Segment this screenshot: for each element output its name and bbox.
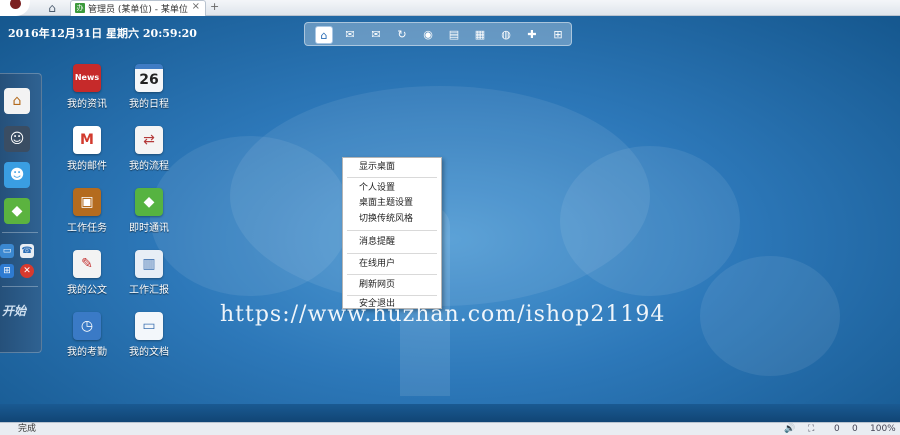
browser-tab[interactable]: 办 管理员 (某单位) - 某单位 × [70, 0, 206, 16]
app-label: 工作任务 [67, 223, 107, 234]
dock-envelope-icon[interactable]: ✉ [367, 26, 385, 44]
menu-item-online-users[interactable]: 在线用户 [343, 257, 441, 271]
sidebar-home-icon[interactable]: ⌂ [4, 88, 30, 114]
dock-calendar-icon[interactable]: ▦ [471, 26, 489, 44]
desktop[interactable]: 2016年12月31日 星期六 20:59:20 ⌂ ✉ ✉ ↻ ◉ ▤ ▦ ◍… [0, 16, 900, 422]
new-tab-button[interactable]: + [210, 0, 219, 13]
download-count[interactable]: 0 [834, 423, 840, 435]
datetime-display: 2016年12月31日 星期六 20:59:20 [8, 27, 197, 40]
app-label: 我的邮件 [67, 161, 107, 172]
menu-item-theme-settings[interactable]: 桌面主题设置 [343, 196, 441, 210]
app-label: 我的公文 [67, 285, 107, 296]
news-icon: News [73, 64, 101, 92]
app-my-files[interactable]: ▭ 我的文档 [119, 312, 179, 368]
top-dock: ⌂ ✉ ✉ ↻ ◉ ▤ ▦ ◍ ✚ ⊞ [304, 22, 572, 46]
app-my-news[interactable]: News 我的资讯 [57, 64, 117, 120]
gmail-icon: M [73, 126, 101, 154]
app-work-tasks[interactable]: ▣ 工作任务 [57, 188, 117, 244]
dock-grid-icon[interactable]: ⊞ [549, 26, 567, 44]
block-count[interactable]: 0 [852, 423, 858, 435]
tab-favicon-icon: 办 [75, 3, 85, 13]
sidebar-divider [2, 286, 38, 287]
app-label: 我的资讯 [67, 99, 107, 110]
dock-lifebuoy-icon[interactable]: ✚ [523, 26, 541, 44]
dock-mail-icon[interactable]: ✉ [341, 26, 359, 44]
sidebar-chat-icon[interactable]: ◆ [4, 198, 30, 224]
menu-separator [347, 274, 437, 275]
sidebar-close-icon[interactable]: ✕ [20, 264, 34, 278]
menu-item-classic-style[interactable]: 切换传统风格 [343, 212, 441, 226]
document-icon: ▭ [135, 312, 163, 340]
sidebar-start-label[interactable]: 开始 [2, 302, 26, 319]
app-instant-messaging[interactable]: ◆ 即时通讯 [119, 188, 179, 244]
menu-separator [347, 253, 437, 254]
app-my-schedule[interactable]: 26 我的日程 [119, 64, 179, 120]
wallpaper-tree-crown [150, 136, 350, 296]
menu-item-personal-settings[interactable]: 个人设置 [343, 181, 441, 195]
tab-title: 管理员 (某单位) - 某单位 [88, 5, 188, 15]
left-sidebar: ⌂ ☺ ☻ ◆ ▭ ☎ ⊞ ✕ 开始 [0, 73, 42, 353]
wallpaper-tree-crown [700, 256, 840, 376]
app-my-documents-official[interactable]: ✎ 我的公文 [57, 250, 117, 306]
dock-home-icon[interactable]: ⌂ [315, 26, 333, 44]
app-label: 我的考勤 [67, 347, 107, 358]
dock-refresh-icon[interactable]: ↻ [393, 26, 411, 44]
workflow-icon: ⇄ [135, 126, 163, 154]
watermark-text: https://www.huzhan.com/ishop21194 [220, 302, 666, 327]
menu-item-message-reminder[interactable]: 消息提醒 [343, 235, 441, 249]
sidebar-qq-icon[interactable]: ☎ [20, 244, 34, 258]
app-label: 我的文档 [129, 347, 169, 358]
app-my-workflow[interactable]: ⇄ 我的流程 [119, 126, 179, 182]
app-work-report[interactable]: ▥ 工作汇报 [119, 250, 179, 306]
status-text: 完成 [18, 424, 37, 434]
menu-item-show-desktop[interactable]: 显示桌面 [343, 160, 441, 174]
wallpaper-tree-crown [560, 146, 740, 296]
clock-icon: ◷ [73, 312, 101, 340]
menu-separator [347, 177, 437, 178]
briefcase-icon: ▣ [73, 188, 101, 216]
app-label: 即时通讯 [129, 223, 169, 234]
screenshot-icon[interactable]: ⛶ [808, 423, 814, 435]
app-my-mail[interactable]: M 我的邮件 [57, 126, 117, 182]
zoom-level[interactable]: 100% [870, 423, 896, 435]
volume-icon[interactable]: 🔊 [784, 423, 795, 435]
tab-close-icon[interactable]: × [192, 1, 200, 12]
browser-home-icon[interactable]: ⌂ [44, 1, 60, 15]
sidebar-user-avatar[interactable]: ☺ [4, 126, 30, 152]
dock-notepad-icon[interactable]: ▤ [445, 26, 463, 44]
app-label: 工作汇报 [129, 285, 169, 296]
wallpaper-ground [0, 404, 900, 422]
desktop-context-menu: 显示桌面 个人设置 桌面主题设置 切换传统风格 消息提醒 在线用户 刷新网页 安… [342, 157, 442, 309]
report-icon: ▥ [135, 250, 163, 278]
chat-icon: ◆ [135, 188, 163, 216]
dock-globe-icon[interactable]: ◍ [497, 26, 515, 44]
app-label: 我的日程 [129, 99, 169, 110]
menu-separator [347, 230, 437, 231]
browser-status-bar: 完成 🔊 ⛶ 0 0 100% [0, 422, 900, 435]
menu-item-refresh[interactable]: 刷新网页 [343, 278, 441, 292]
pen-icon: ✎ [73, 250, 101, 278]
sidebar-monitor-icon[interactable]: ▭ [0, 244, 14, 258]
browser-tab-bar: ⌂ 办 管理员 (某单位) - 某单位 × + [0, 0, 900, 16]
menu-separator [347, 295, 437, 296]
dock-rss-icon[interactable]: ◉ [419, 26, 437, 44]
app-my-attendance[interactable]: ◷ 我的考勤 [57, 312, 117, 368]
sidebar-contacts-icon[interactable]: ☻ [4, 162, 30, 188]
sidebar-windows-icon[interactable]: ⊞ [0, 264, 14, 278]
calendar-icon: 26 [135, 64, 163, 92]
app-label: 我的流程 [129, 161, 169, 172]
browser-profile-avatar[interactable] [0, 0, 30, 16]
sidebar-divider [2, 232, 38, 233]
